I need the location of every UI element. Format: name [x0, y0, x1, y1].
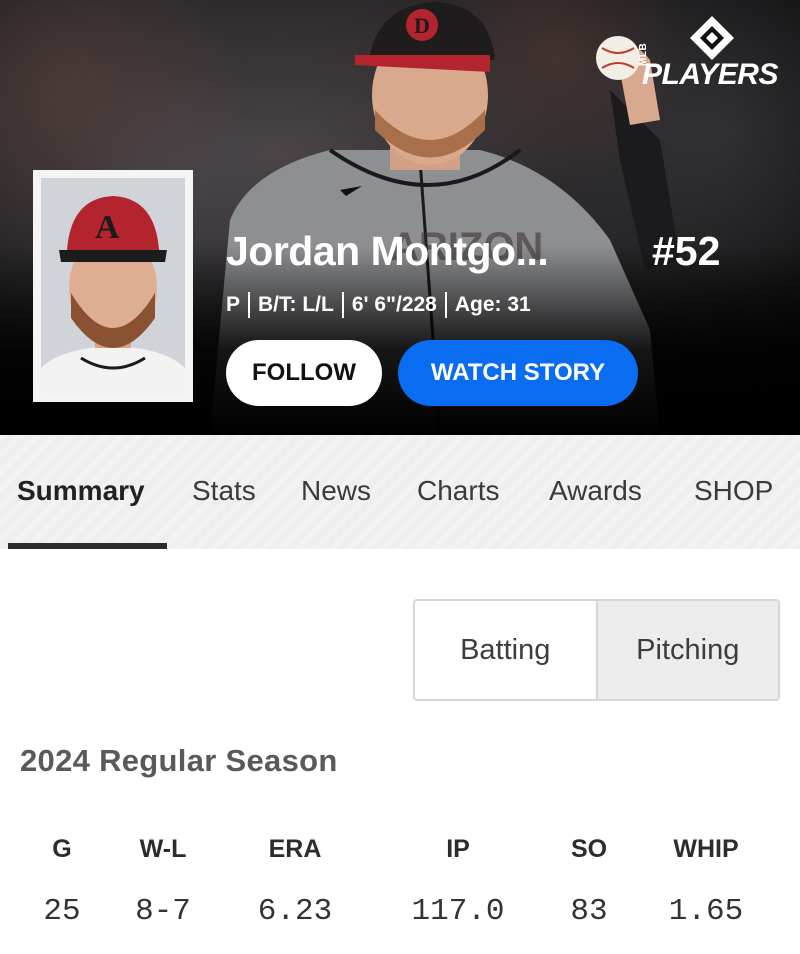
follow-button[interactable]: FOLLOW: [226, 340, 382, 406]
stat-value-ip: 117.0: [411, 894, 505, 929]
stat-value-wl: 8-7: [135, 894, 191, 929]
stat-label-so: SO: [570, 835, 608, 863]
player-bats-throws: B/T: L/L: [258, 293, 334, 316]
mlb-players-logo: MLB PLAYERS: [636, 14, 786, 94]
profile-tabs: Summary Stats News Charts Awards SHOP: [0, 435, 800, 549]
batting-toggle-button[interactable]: Batting: [415, 601, 598, 699]
player-hero: ARIZON D MLB PLAYERS A: [0, 0, 800, 435]
active-tab-indicator: [8, 543, 167, 549]
player-name: Jordan Montgo...: [226, 228, 549, 274]
player-height-weight: 6' 6"/228: [351, 293, 437, 316]
stat-label-wl: W-L: [139, 835, 187, 863]
stat-value-so: 83: [570, 894, 608, 929]
stat-value-era: 6.23: [257, 894, 333, 929]
mlb-players-diamond-icon: [690, 16, 734, 60]
player-age: Age: 31: [454, 293, 531, 316]
player-number: #52: [652, 228, 721, 274]
meta-divider: [444, 292, 447, 318]
stat-value-whip: 1.65: [668, 894, 744, 929]
stat-label-era: ERA: [268, 835, 322, 863]
stat-label-g: G: [52, 835, 72, 863]
players-logo-text: PLAYERS: [642, 58, 778, 91]
player-meta: P B/T: L/L 6' 6"/228 Age: 31: [226, 292, 531, 318]
player-position: P: [226, 293, 241, 316]
headshot-image: A: [41, 178, 185, 394]
pitching-toggle-button[interactable]: Pitching: [597, 601, 778, 699]
stat-value-g: 25: [43, 894, 81, 929]
tab-summary[interactable]: Summary: [17, 475, 145, 507]
meta-divider: [248, 292, 251, 318]
meta-divider: [341, 292, 344, 318]
svg-text:D: D: [414, 13, 430, 38]
svg-text:A: A: [95, 209, 120, 246]
tab-stats[interactable]: Stats: [192, 475, 256, 507]
tab-awards[interactable]: Awards: [549, 475, 642, 507]
batting-pitching-toggle: Batting Pitching: [413, 599, 780, 701]
season-title: 2024 Regular Season: [20, 743, 338, 778]
watch-story-button[interactable]: WATCH STORY: [398, 340, 638, 406]
tab-news[interactable]: News: [301, 475, 371, 507]
player-headshot: A: [33, 170, 193, 402]
stat-label-ip: IP: [446, 835, 470, 863]
tab-charts[interactable]: Charts: [417, 475, 499, 507]
stat-label-whip: WHIP: [673, 835, 739, 863]
tab-shop[interactable]: SHOP: [694, 475, 773, 507]
